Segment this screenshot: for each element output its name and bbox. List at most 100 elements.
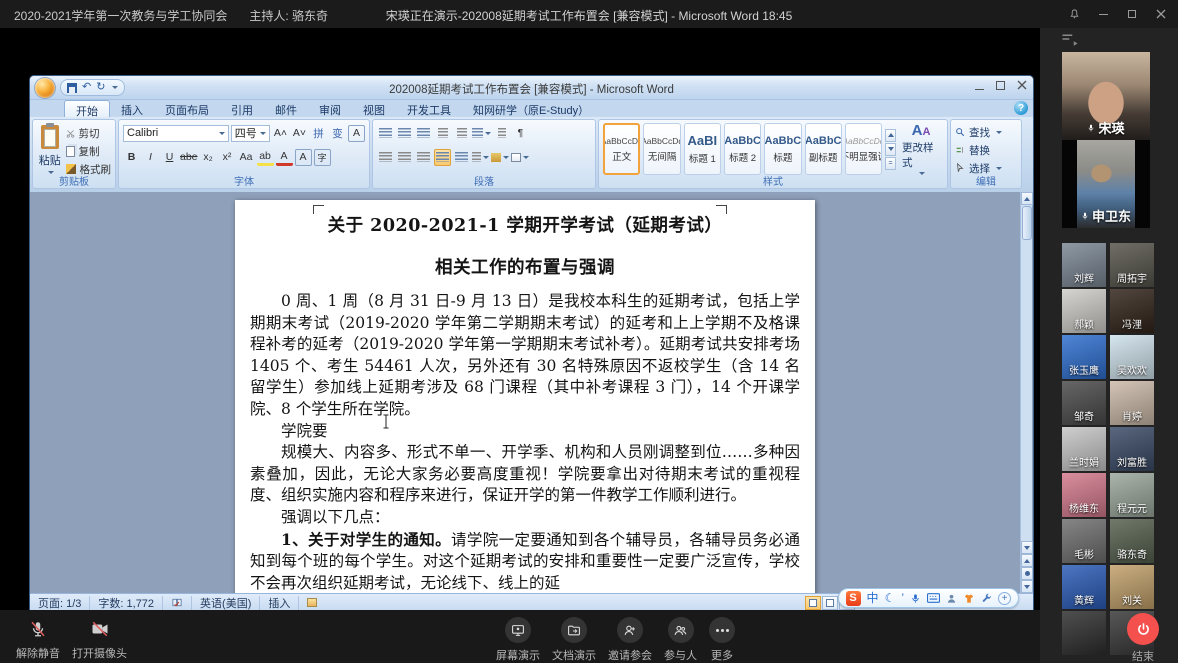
- underline-button[interactable]: U: [161, 149, 178, 166]
- character-shading-button[interactable]: A: [295, 149, 312, 166]
- participant-tile[interactable]: 刘辉: [1062, 243, 1106, 287]
- highlight-color-button[interactable]: ab: [257, 149, 274, 166]
- style-heading1[interactable]: AaBI标题 1: [684, 123, 721, 175]
- participant-tile[interactable]: 程元元: [1110, 473, 1154, 517]
- notification-bell-icon[interactable]: [1067, 7, 1081, 21]
- grow-font-button[interactable]: A˄: [272, 125, 289, 142]
- superscript-button[interactable]: x²: [219, 149, 236, 166]
- asian-layout-button[interactable]: [472, 125, 491, 142]
- numbering-button[interactable]: [396, 125, 413, 142]
- participant-tile[interactable]: 邹奇: [1062, 381, 1106, 425]
- participant-tile[interactable]: 肖婷: [1110, 381, 1154, 425]
- justify-button[interactable]: [434, 149, 451, 166]
- more-button[interactable]: 更多: [709, 617, 735, 663]
- word-close-button[interactable]: [1017, 80, 1027, 90]
- align-center-button[interactable]: [396, 149, 413, 166]
- increase-indent-button[interactable]: [453, 125, 470, 142]
- featured-video-1[interactable]: 宋瑛: [1062, 52, 1150, 140]
- word-minimize-button[interactable]: [975, 89, 984, 90]
- tab-cnki-estudy[interactable]: 知网研学（原E-Study）: [462, 100, 600, 117]
- replace-button[interactable]: 替换: [955, 142, 1017, 158]
- doc-share-button[interactable]: 文档演示: [552, 617, 596, 663]
- copy-button[interactable]: 复制: [66, 143, 112, 159]
- distribute-button[interactable]: [453, 149, 470, 166]
- font-name-combo[interactable]: Calibri: [123, 125, 229, 142]
- punctuation-icon[interactable]: ’: [901, 592, 904, 604]
- macro-record-icon[interactable]: [299, 596, 325, 610]
- status-language[interactable]: 英语(美国): [192, 596, 260, 610]
- find-button[interactable]: 查找: [955, 124, 1017, 140]
- tab-developer[interactable]: 开发工具: [396, 100, 462, 117]
- chinese-mode-icon[interactable]: 中: [867, 592, 879, 604]
- avatar-tool-icon[interactable]: [946, 593, 957, 604]
- font-size-combo[interactable]: 四号: [231, 125, 270, 142]
- styles-more-icon[interactable]: =: [885, 157, 896, 170]
- scrollbar-thumb[interactable]: [1022, 206, 1032, 240]
- participant-tile[interactable]: [1062, 611, 1106, 655]
- qat-dropdown-icon[interactable]: [112, 86, 118, 89]
- styles-scroll-up-icon[interactable]: [885, 129, 896, 142]
- font-color-button[interactable]: A: [276, 149, 293, 166]
- change-styles-button[interactable]: AA 更改样式: [899, 123, 943, 175]
- unmute-button[interactable]: 解除静音: [16, 617, 60, 661]
- tab-home[interactable]: 开始: [64, 100, 110, 117]
- skin-shirt-icon[interactable]: [963, 593, 975, 604]
- participant-tile[interactable]: 郝颖: [1062, 289, 1106, 333]
- save-icon[interactable]: [67, 83, 77, 93]
- cut-button[interactable]: 剪切: [66, 125, 112, 141]
- next-page-icon[interactable]: [1021, 580, 1033, 593]
- status-page[interactable]: 页面: 1/3: [30, 596, 90, 610]
- bullets-button[interactable]: [377, 125, 394, 142]
- style-subtitle[interactable]: AaBbC副标题: [805, 123, 842, 175]
- decrease-indent-button[interactable]: [434, 125, 451, 142]
- italic-button[interactable]: I: [142, 149, 159, 166]
- tab-insert[interactable]: 插入: [110, 100, 154, 117]
- align-right-button[interactable]: [415, 149, 432, 166]
- sort-button[interactable]: [493, 125, 510, 142]
- status-proofing[interactable]: [163, 596, 192, 610]
- invite-button[interactable]: 邀请参会: [608, 617, 652, 663]
- voice-input-icon[interactable]: [910, 592, 921, 605]
- sogou-logo-icon[interactable]: S: [846, 591, 861, 606]
- participant-tile[interactable]: 兰时娟: [1062, 427, 1106, 471]
- vertical-scrollbar[interactable]: [1020, 192, 1032, 593]
- participants-button[interactable]: 参与人: [664, 617, 697, 663]
- participant-tile[interactable]: 骆东奇: [1110, 519, 1154, 563]
- character-border-button[interactable]: A: [348, 125, 365, 142]
- select-browse-object-icon[interactable]: [1021, 567, 1033, 580]
- word-restore-button[interactable]: [996, 81, 1005, 90]
- full-half-width-icon[interactable]: ☾: [885, 592, 896, 604]
- tab-mailings[interactable]: 邮件: [264, 100, 308, 117]
- tab-review[interactable]: 审阅: [308, 100, 352, 117]
- style-no-spacing[interactable]: AaBbCcDd无间隔: [643, 123, 680, 175]
- scroll-down-icon[interactable]: [1021, 541, 1033, 554]
- web-layout-view-button[interactable]: [822, 596, 838, 610]
- participant-tile[interactable]: 张玉鹰: [1062, 335, 1106, 379]
- previous-page-icon[interactable]: [1021, 554, 1033, 567]
- tab-references[interactable]: 引用: [220, 100, 264, 117]
- phonetic-guide-button[interactable]: 拼: [310, 125, 327, 142]
- participant-tile[interactable]: 刘富胜: [1110, 427, 1154, 471]
- paste-button[interactable]: 粘贴: [37, 123, 63, 175]
- participant-tile[interactable]: 冯浬: [1110, 289, 1154, 333]
- minimize-button[interactable]: [1096, 7, 1110, 21]
- end-meeting-button[interactable]: [1127, 613, 1159, 645]
- strikethrough-button[interactable]: abe: [180, 149, 198, 166]
- restore-button[interactable]: [1125, 7, 1139, 21]
- bold-button[interactable]: B: [123, 149, 140, 166]
- redo-icon[interactable]: ↻: [96, 82, 105, 93]
- participant-tile[interactable]: 黄辉: [1062, 565, 1106, 609]
- scroll-up-icon[interactable]: [1021, 192, 1033, 205]
- change-case-aa-button[interactable]: Aa: [238, 149, 255, 166]
- print-layout-view-button[interactable]: [805, 596, 821, 610]
- participant-tile[interactable]: 周拓宇: [1110, 243, 1154, 287]
- office-orb-button[interactable]: [35, 78, 55, 98]
- status-insert-mode[interactable]: 插入: [260, 596, 299, 610]
- undo-icon[interactable]: ↶: [82, 82, 91, 93]
- multilevel-list-button[interactable]: [415, 125, 432, 142]
- show-paragraph-marks-button[interactable]: ¶: [512, 125, 529, 142]
- participant-tile[interactable]: 毛彬: [1062, 519, 1106, 563]
- enclose-characters-button[interactable]: 字: [314, 149, 331, 166]
- status-wordcount[interactable]: 字数: 1,772: [90, 596, 163, 610]
- shrink-font-button[interactable]: A˅: [291, 125, 308, 142]
